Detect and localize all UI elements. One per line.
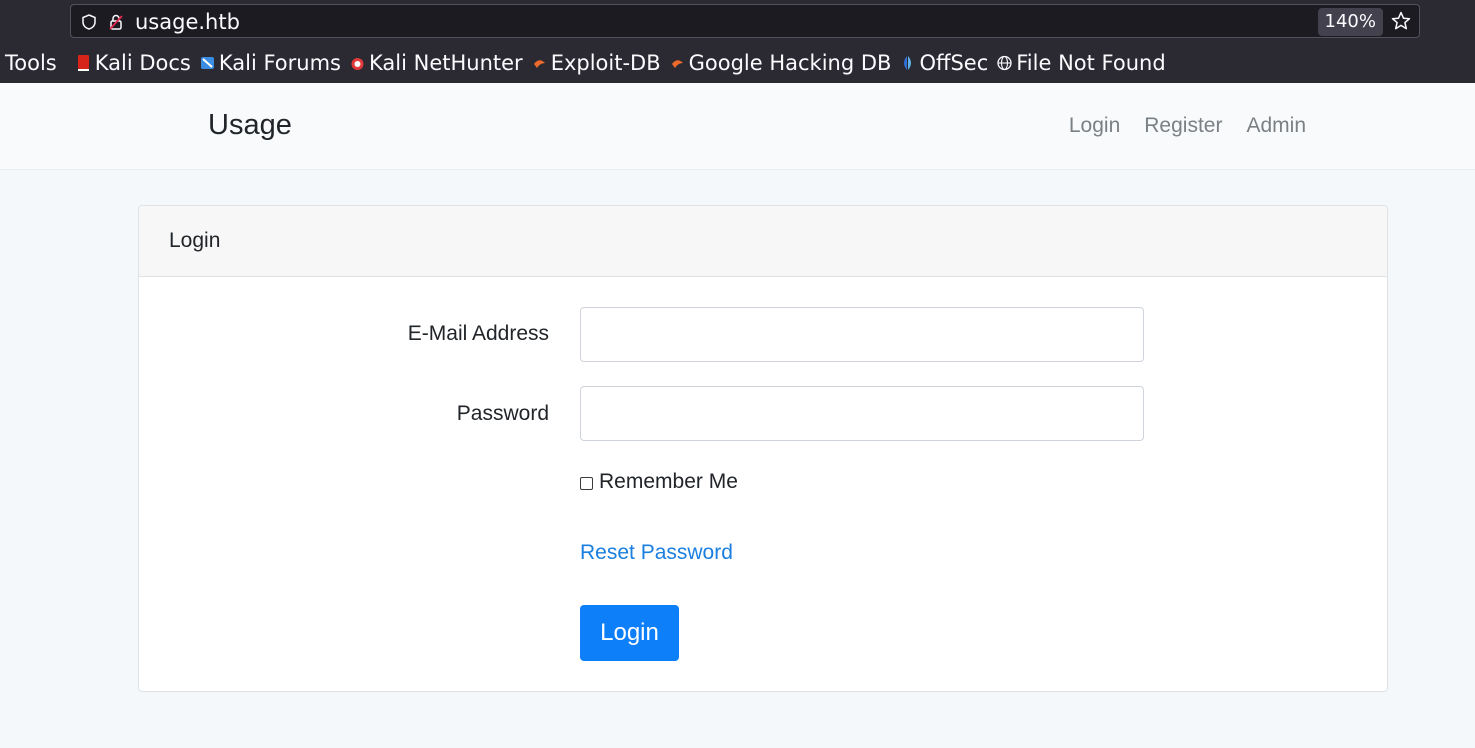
zoom-level-badge[interactable]: 140% — [1317, 8, 1383, 36]
bookmark-offsec[interactable]: OffSec — [900, 51, 988, 75]
bookmark-file-not-found[interactable]: File Not Found — [997, 51, 1166, 75]
card-header: Login — [139, 206, 1387, 277]
bookmarks-toolbar: Tools Kali Docs Kali Forums Kali NetHunt… — [0, 47, 1166, 79]
nethunter-icon — [351, 58, 364, 70]
bookmark-label: Kali Docs — [94, 51, 191, 75]
ghdb-icon — [671, 60, 683, 68]
bookmark-google-hacking-db[interactable]: Google Hacking DB — [670, 51, 892, 75]
kali-forums-icon — [200, 57, 214, 69]
bookmark-label: Tools — [5, 51, 57, 75]
bookmark-kali-forums[interactable]: Kali Forums — [200, 51, 341, 75]
bookmark-tools[interactable]: Tools — [5, 51, 57, 75]
bookmark-label: Kali Forums — [218, 51, 341, 75]
login-card: Login E-Mail Address Password Remember M… — [138, 205, 1388, 692]
bookmark-label: OffSec — [919, 51, 989, 75]
password-field[interactable] — [580, 386, 1144, 441]
nav-login-link[interactable]: Login — [1069, 114, 1120, 138]
offsec-icon — [904, 56, 912, 70]
password-label: Password — [456, 402, 549, 425]
lock-warning-icon[interactable] — [107, 13, 125, 31]
bookmark-star-icon[interactable] — [1390, 10, 1412, 32]
bookmark-kali-nethunter[interactable]: Kali NetHunter — [350, 51, 523, 75]
exploit-db-icon — [533, 60, 545, 68]
login-button[interactable]: Login — [580, 605, 679, 661]
bookmark-exploit-db[interactable]: Exploit-DB — [532, 51, 661, 75]
bookmark-label: Kali NetHunter — [369, 51, 523, 75]
email-field[interactable] — [580, 307, 1144, 362]
kali-docs-icon — [77, 55, 89, 71]
globe-icon — [997, 55, 1012, 71]
shield-icon[interactable] — [80, 13, 98, 31]
bookmark-kali-docs[interactable]: Kali Docs — [76, 51, 191, 75]
bookmark-label: File Not Found — [1016, 51, 1166, 75]
email-label: E-Mail Address — [407, 322, 549, 345]
bookmark-label: Google Hacking DB — [688, 51, 892, 75]
brand-link[interactable]: Usage — [208, 109, 292, 142]
url-text[interactable]: usage.htb — [135, 10, 240, 34]
url-bar[interactable]: usage.htb 140% — [70, 4, 1420, 38]
nav-register-link[interactable]: Register — [1144, 114, 1222, 138]
nav-admin-link[interactable]: Admin — [1246, 114, 1306, 138]
remember-me-row[interactable]: Remember Me — [580, 470, 738, 494]
bookmark-label: Exploit-DB — [550, 51, 661, 75]
site-navbar: Usage Login Register Admin — [0, 83, 1475, 170]
remember-me-label[interactable]: Remember Me — [599, 470, 738, 494]
reset-password-link[interactable]: Reset Password — [580, 541, 733, 565]
browser-chrome: usage.htb 140% Tools Kali Docs Kali Foru… — [0, 0, 1475, 83]
nav-links: Login Register Admin — [1069, 114, 1306, 138]
remember-me-checkbox[interactable] — [580, 477, 593, 490]
